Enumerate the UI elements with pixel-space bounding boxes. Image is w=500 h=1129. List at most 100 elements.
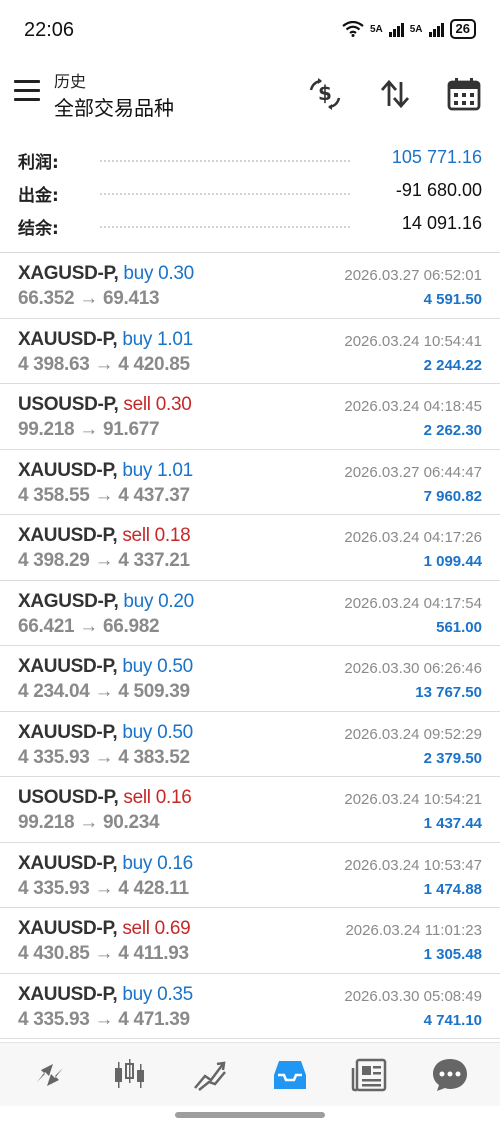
deal-profit: 7 960.82 xyxy=(423,487,482,505)
home-indicator[interactable] xyxy=(175,1112,325,1118)
deal-symbol: XAUUSD-P, xyxy=(18,459,118,481)
deal-volume: 0.50 xyxy=(157,721,193,743)
deal-symbol: XAUUSD-P, xyxy=(18,852,118,874)
deal-volume: 0.16 xyxy=(157,852,193,874)
deal-profit: 1 099.44 xyxy=(423,553,482,570)
deal-time: 2026.03.24 11:01:23 xyxy=(345,922,482,939)
deal-row[interactable]: XAGUSD-P, buy 0.20 66.421 → 66.982 2026.03… xyxy=(0,581,500,646)
balance-value: 14 091.16 xyxy=(401,213,482,233)
deal-prices: 99.218 → 90.234 xyxy=(18,812,160,833)
deal-symbol: XAUUSD-P, xyxy=(18,328,118,350)
status-icons: 5A 5A 26 xyxy=(342,19,476,39)
deal-row[interactable]: XAUUSD-P, buy 0.50 4 335.93 → 4 383.52 202… xyxy=(0,712,500,777)
deal-volume: 0.30 xyxy=(158,263,194,284)
deal-side: buy xyxy=(122,983,153,1005)
deal-symbol-line: XAUUSD-P, buy 1.01 xyxy=(18,329,193,351)
deal-symbol-line: XAGUSD-P, buy 0.30 xyxy=(18,263,194,285)
deal-side: buy xyxy=(123,263,154,284)
candlestick-chart-icon[interactable] xyxy=(105,1050,155,1100)
signal-icon xyxy=(388,21,404,37)
deal-side: buy xyxy=(122,459,153,481)
deal-side: buy xyxy=(122,852,153,874)
deal-symbol: XAUUSD-P, xyxy=(18,918,118,939)
deal-profit: 1 474.88 xyxy=(423,880,482,898)
deal-prices: 4 398.29 → 4 337.21 xyxy=(18,550,190,571)
deal-side: buy xyxy=(122,656,153,677)
svg-text:$: $ xyxy=(318,81,332,105)
deal-prices: 4 335.93 → 4 383.52 xyxy=(18,746,190,768)
dotted-leader xyxy=(100,193,350,195)
deal-symbol-line: XAGUSD-P, buy 0.20 xyxy=(18,591,194,613)
history-inbox-icon[interactable] xyxy=(265,1050,315,1100)
deal-volume: 0.30 xyxy=(155,394,192,415)
deal-prices: 4 335.93 → 4 428.11 xyxy=(18,877,189,899)
deal-time: 2026.03.27 06:44:47 xyxy=(344,463,482,481)
network-type-1: 5A xyxy=(369,23,383,35)
deal-row[interactable]: XAUUSD-P, buy 1.01 4 398.63 → 4 420.85 202… xyxy=(0,319,500,384)
dotted-leader xyxy=(100,226,350,228)
profit-label: 利润: xyxy=(18,153,59,173)
deal-row[interactable]: XAGUSD-P, buy 0.30 66.352 → 69.413 2026.03… xyxy=(0,253,500,319)
deal-row[interactable]: XAUUSD-P, sell 0.69 4 430.85 → 4 411.93 20… xyxy=(0,908,500,974)
deal-profit: 4 741.10 xyxy=(423,1011,482,1029)
trade-icon[interactable] xyxy=(185,1050,235,1100)
deal-side: sell xyxy=(122,525,150,546)
quotes-icon[interactable] xyxy=(25,1050,75,1100)
deal-row[interactable]: XAUUSD-P, buy 1.01 4 358.55 → 4 437.37 202… xyxy=(0,450,500,515)
deal-row[interactable]: XAUUSD-P, buy 0.50 4 234.04 → 4 509.39 202… xyxy=(0,646,500,712)
signal-icon-2 xyxy=(428,21,444,37)
deal-prices: 4 430.85 → 4 411.93 xyxy=(18,943,189,964)
deal-profit: 13 767.50 xyxy=(415,684,482,701)
sort-icon[interactable] xyxy=(375,74,415,114)
deal-side: buy xyxy=(122,328,153,350)
withdrawal-value: -91 680.00 xyxy=(395,180,482,200)
currency-exchange-icon[interactable]: $ xyxy=(305,74,345,114)
deal-row[interactable]: XAUUSD-P, buy 0.16 4 335.93 → 4 428.11 202… xyxy=(0,843,500,908)
summary-withdrawal-row: 出金: -91 680.00 xyxy=(0,175,500,209)
news-icon[interactable] xyxy=(345,1050,395,1100)
deal-profit: 1 437.44 xyxy=(423,815,482,832)
deal-side: buy xyxy=(123,590,154,612)
profit-value: 105 771.16 xyxy=(391,147,482,167)
deal-time: 2026.03.24 09:52:29 xyxy=(344,725,482,743)
withdrawal-label: 出金: xyxy=(18,186,59,206)
deal-symbol-line: XAUUSD-P, sell 0.69 xyxy=(18,918,191,940)
deal-time: 2026.03.30 06:26:46 xyxy=(344,660,482,677)
chat-icon[interactable] xyxy=(425,1050,475,1100)
deal-symbol-line: XAUUSD-P, buy 0.35 xyxy=(18,984,193,1006)
deal-time: 2026.03.30 05:08:49 xyxy=(344,987,482,1005)
deal-row[interactable]: XAUUSD-P, buy 0.35 4 335.93 → 4 471.39 202… xyxy=(0,974,500,1039)
app-header: 历史 全部交易品种 $ xyxy=(0,60,500,128)
calendar-icon[interactable] xyxy=(444,74,484,114)
network-type-2: 5A xyxy=(409,23,423,35)
deal-symbol-line: USOUSD-P, sell 0.16 xyxy=(18,787,192,809)
deal-symbol: XAGUSD-P, xyxy=(18,590,119,612)
deal-symbol-line: XAUUSD-P, buy 0.50 xyxy=(18,722,193,744)
summary-panel: 利润: 105 771.16 出金: -91 680.00 结余: 14 091… xyxy=(0,140,500,252)
deal-profit: 4 591.50 xyxy=(423,291,482,308)
deal-volume: 0.18 xyxy=(154,525,191,546)
status-bar: 22:06 5A 5A 26 xyxy=(0,0,500,60)
deal-row[interactable]: USOUSD-P, sell 0.16 99.218 → 90.234 2026.0… xyxy=(0,777,500,843)
deal-symbol-line: XAUUSD-P, buy 1.01 xyxy=(18,460,193,482)
deal-symbol: XAUUSD-P, xyxy=(18,721,118,743)
deal-volume: 0.50 xyxy=(157,656,193,677)
deal-volume: 1.01 xyxy=(157,459,193,481)
deal-symbol: XAGUSD-P, xyxy=(18,263,119,284)
deal-symbol-line: XAUUSD-P, buy 0.16 xyxy=(18,853,193,875)
menu-icon[interactable] xyxy=(14,80,40,102)
deal-symbol: XAUUSD-P, xyxy=(18,983,118,1005)
deal-side: buy xyxy=(122,721,153,743)
deal-symbol: XAUUSD-P, xyxy=(18,525,118,546)
deal-profit: 1 305.48 xyxy=(423,946,482,963)
deal-side: sell xyxy=(123,394,151,415)
deal-row[interactable]: XAUUSD-P, sell 0.18 4 398.29 → 4 337.21 20… xyxy=(0,515,500,581)
deal-profit: 2 244.22 xyxy=(423,356,482,374)
deal-volume: 0.16 xyxy=(155,787,192,808)
page-title[interactable]: 全部交易品种 xyxy=(54,92,174,121)
deal-side: sell xyxy=(122,918,150,939)
deal-prices: 4 234.04 → 4 509.39 xyxy=(18,681,190,702)
deal-row[interactable]: USOUSD-P, sell 0.30 99.218 → 91.677 2026.0… xyxy=(0,384,500,450)
deal-time: 2026.03.24 10:54:41 xyxy=(344,332,482,350)
deal-prices: 4 358.55 → 4 437.37 xyxy=(18,484,190,506)
